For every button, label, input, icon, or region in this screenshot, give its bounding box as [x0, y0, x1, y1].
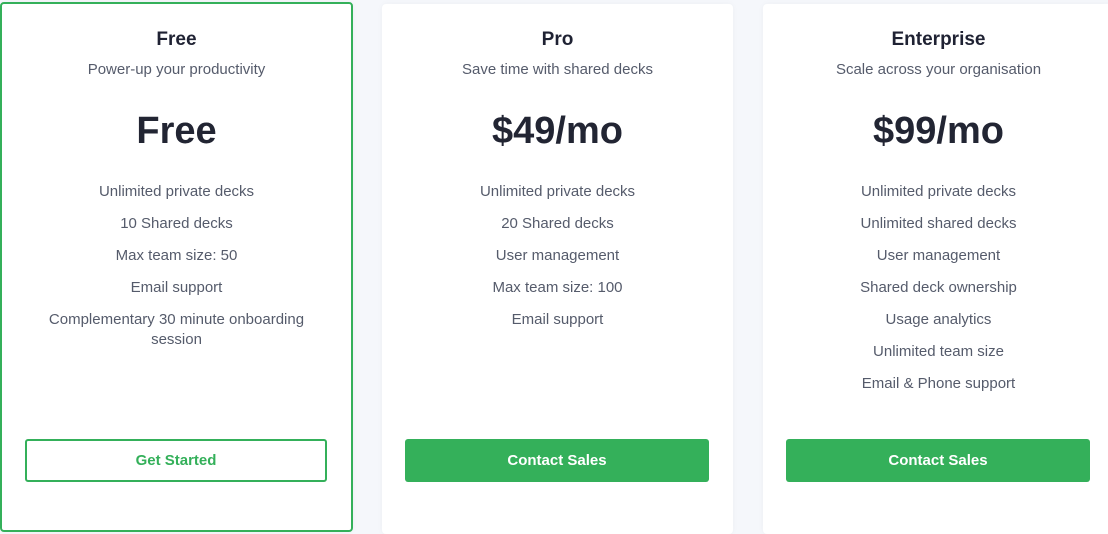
- feature-item: Email & Phone support: [861, 375, 1016, 392]
- feature-list: Unlimited private decks 10 Shared decks …: [32, 182, 321, 362]
- feature-item: Shared deck ownership: [860, 279, 1017, 296]
- plan-name: Free: [156, 29, 197, 50]
- plan-tagline: Scale across your organisation: [835, 61, 1042, 78]
- feature-item: User management: [495, 247, 620, 264]
- plan-tagline: Save time with shared decks: [462, 61, 653, 78]
- feature-item: Max team size: 50: [115, 247, 238, 264]
- feature-item: Unlimited private decks: [860, 183, 1017, 200]
- feature-list: Unlimited private decks 20 Shared decks …: [412, 182, 703, 342]
- feature-item: Email support: [130, 279, 223, 296]
- contact-sales-button-pro[interactable]: Contact Sales: [405, 439, 709, 482]
- plan-name: Enterprise: [891, 29, 986, 50]
- plan-price: $99/mo: [873, 110, 1004, 152]
- pricing-card-enterprise: Enterprise Scale across your organisatio…: [763, 4, 1108, 534]
- pricing-card-pro: Pro Save time with shared decks $49/mo U…: [382, 4, 733, 534]
- feature-item: Complementary 30 minute onboarding sessi…: [48, 311, 305, 348]
- plan-tagline: Power-up your productivity: [87, 61, 266, 78]
- feature-item: Unlimited private decks: [98, 183, 255, 200]
- feature-item: Email support: [511, 311, 604, 328]
- feature-item: 10 Shared decks: [120, 215, 233, 232]
- feature-item: 20 Shared decks: [501, 215, 614, 232]
- contact-sales-button-enterprise[interactable]: Contact Sales: [786, 439, 1090, 482]
- plan-name: Pro: [541, 29, 574, 50]
- feature-item: User management: [876, 247, 1001, 264]
- feature-item: Unlimited private decks: [479, 183, 636, 200]
- get-started-button[interactable]: Get Started: [25, 439, 327, 482]
- feature-item: Usage analytics: [885, 311, 992, 328]
- feature-list: Unlimited private decks Unlimited shared…: [793, 182, 1084, 406]
- feature-item: Unlimited team size: [873, 343, 1004, 360]
- feature-item: Unlimited shared decks: [860, 215, 1017, 232]
- plan-price: $49/mo: [492, 110, 623, 152]
- pricing-card-free: Free Power-up your productivity Free Unl…: [0, 2, 353, 532]
- feature-item: Max team size: 100: [492, 279, 623, 296]
- plan-price: Free: [136, 110, 217, 152]
